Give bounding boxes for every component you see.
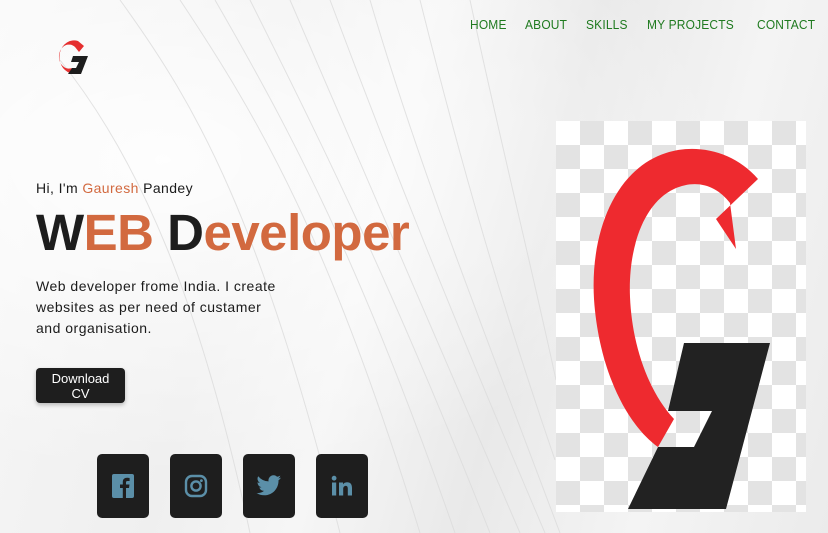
twitter-icon [256, 475, 281, 496]
g-logo-icon [58, 40, 88, 74]
nav-about[interactable]: ABOUT [525, 17, 567, 32]
headline-w: W [36, 204, 84, 261]
intro-prefix: Hi, I'm [36, 180, 83, 196]
linkedin-icon [331, 475, 352, 496]
site-logo[interactable] [58, 38, 90, 78]
twitter-link[interactable] [243, 454, 295, 518]
nav-home[interactable]: HOME [470, 17, 507, 32]
linkedin-link[interactable] [316, 454, 368, 518]
headline-eb: EB [83, 204, 154, 261]
instagram-icon [184, 474, 208, 498]
headline-eveloper: eveloper [203, 204, 410, 261]
download-cv-button[interactable]: Download CV [36, 368, 125, 403]
headline-d: D [153, 204, 204, 261]
hero-description: Web developer frome India. I create webs… [36, 278, 276, 336]
hero-logo-image [556, 121, 806, 512]
nav-my-projects[interactable]: MY PROJECTS [647, 17, 734, 32]
social-links [97, 454, 368, 518]
nav-contact[interactable]: CONTACT [757, 17, 815, 32]
main-nav: HOME ABOUT SKILLS MY PROJECTS CONTACT [470, 17, 820, 32]
g-logo-large-icon [593, 148, 770, 509]
intro-last-name: Pandey [138, 180, 194, 196]
nav-skills[interactable]: SKILLS [586, 17, 628, 32]
facebook-icon [112, 474, 134, 498]
facebook-link[interactable] [97, 454, 149, 518]
hero-headline: WEB Developer [36, 203, 410, 263]
intro-first-name: Gauresh [82, 180, 139, 196]
hero-intro: Hi, I'm Gauresh Pandey [36, 180, 193, 196]
instagram-link[interactable] [170, 454, 222, 518]
